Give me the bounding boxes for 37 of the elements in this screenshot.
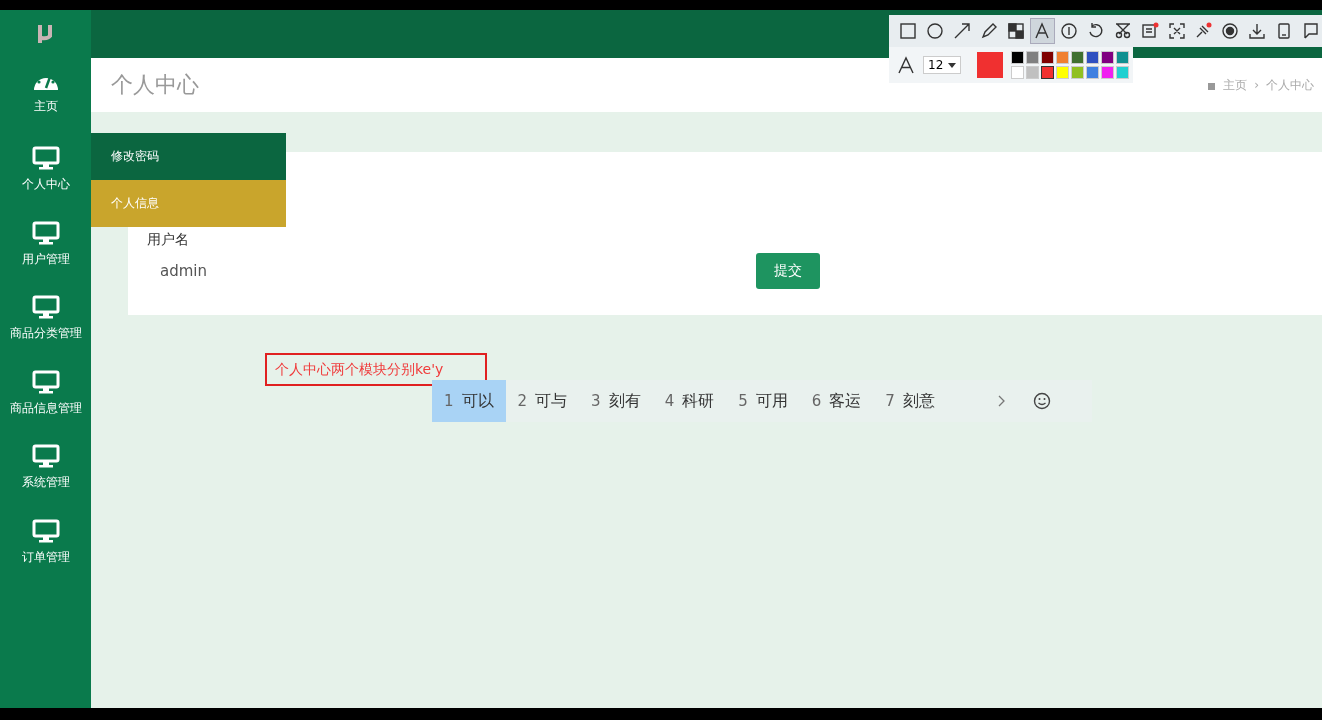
- color-swatch[interactable]: [1041, 66, 1054, 79]
- sidebar-item[interactable]: 个人中心: [0, 132, 91, 207]
- logo-icon: [36, 23, 55, 45]
- submit-button[interactable]: 提交: [756, 253, 820, 289]
- ime-candidate[interactable]: 4 科研: [652, 380, 727, 422]
- monitor-icon: [31, 220, 60, 245]
- username-field[interactable]: admin: [147, 262, 756, 280]
- smiley-icon[interactable]: [1032, 392, 1051, 410]
- monitor-icon: [31, 146, 60, 171]
- monitor-icon: [31, 518, 60, 543]
- sidebar-item[interactable]: 系统管理: [0, 430, 91, 505]
- monitor-icon: [31, 295, 60, 320]
- gauge-icon: [31, 75, 60, 92]
- monitor-icon: [31, 444, 60, 469]
- ime-candidate[interactable]: 1 可以: [432, 380, 506, 422]
- ime-candidate[interactable]: 3 刻有: [579, 380, 653, 422]
- caret-icon: [948, 62, 956, 68]
- field-label: 用户名: [147, 231, 189, 249]
- submenu-item[interactable]: 修改密码: [91, 133, 286, 180]
- font-icon: [897, 56, 915, 74]
- font-size-dropdown[interactable]: 12: [923, 56, 961, 74]
- sidebar-item[interactable]: 主页: [0, 58, 91, 133]
- monitor-icon: [31, 369, 60, 394]
- text-tool-icon[interactable]: [1031, 19, 1054, 43]
- sidebar-item[interactable]: 商品分类管理: [0, 281, 91, 356]
- next-page-icon[interactable]: [996, 395, 1005, 407]
- ime-candidate[interactable]: 6 客运: [799, 380, 874, 422]
- ime-candidate[interactable]: 2 可与: [505, 380, 580, 422]
- home-icon: [1207, 80, 1217, 90]
- sidebar-item[interactable]: 商品信息管理: [0, 356, 91, 431]
- sidebar-item[interactable]: 用户管理: [0, 207, 91, 282]
- ime-candidate[interactable]: 7 刻意: [873, 380, 947, 422]
- page-title: 个人中心: [111, 71, 199, 99]
- current-color-swatch[interactable]: [977, 52, 1003, 78]
- ime-candidate[interactable]: 5 可用: [726, 380, 800, 422]
- sidebar-item[interactable]: 订单管理: [0, 505, 91, 580]
- breadcrumb-separator: ›: [1254, 78, 1259, 92]
